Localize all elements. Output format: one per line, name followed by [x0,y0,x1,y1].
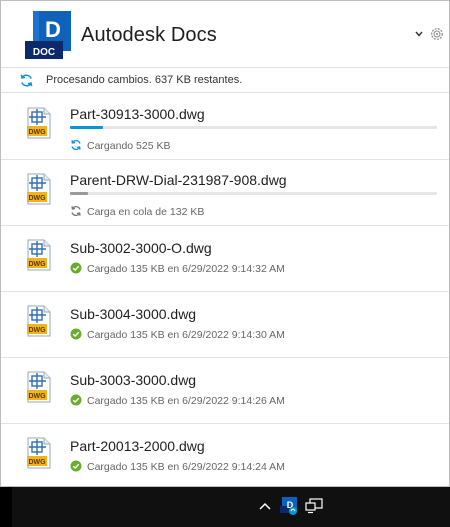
logo-text: DOC [33,47,55,58]
file-list-item[interactable]: DWG Part-30913-3000.dwg Cargando 525 KB [1,94,449,160]
upload-progress-bar [70,192,437,195]
chevron-up-icon[interactable] [258,500,272,512]
file-list-item[interactable]: DWG Sub-3002-3000-O.dwg Cargado 135 KB en … [1,226,449,292]
file-list-item[interactable]: DWG Sub-3004-3000.dwg Cargado 135 KB en 6/… [1,292,449,358]
file-status-text: Cargado 135 KB en 6/29/2022 9:14:30 AM [87,329,285,341]
file-list-item[interactable]: DWG Part-20013-2000.dwg Cargado 135 KB en … [1,424,449,486]
check-circle-icon [70,262,82,274]
status-bar: Procesando cambios. 637 KB restantes. [1,67,449,93]
file-status-text: Cargado 135 KB en 6/29/2022 9:14:26 AM [87,395,285,407]
autodesk-docs-logo: D DOC [25,11,71,59]
chevron-down-icon[interactable] [413,29,425,39]
taskbar-edge [0,487,12,527]
file-list-item[interactable]: DWG Sub-3003-3000.dwg Cargado 135 KB en 6/… [1,358,449,424]
dwg-file-icon: DWG [27,107,51,139]
file-status: Cargado 135 KB en 6/29/2022 9:14:32 AM [70,259,285,275]
file-icon-label: DWG [28,129,46,136]
file-status-text: Cargado 135 KB en 6/29/2022 9:14:24 AM [87,461,285,473]
dwg-file-icon: DWG [27,239,51,271]
gear-icon[interactable] [429,26,445,42]
file-list-item[interactable]: DWG Parent-DRW-Dial-231987-908.dwg Carga e… [1,160,449,226]
header: D DOC Autodesk Docs [1,1,449,67]
file-icon-label: DWG [28,459,46,466]
dwg-file-icon: DWG [27,305,51,337]
file-icon-label: DWG [28,261,46,268]
dwg-file-icon: DWG [27,437,51,469]
file-icon-label: DWG [28,393,46,400]
sync-icon [71,140,81,150]
file-status: Cargado 135 KB en 6/29/2022 9:14:24 AM [70,457,285,473]
upload-progress-fill [70,192,89,195]
taskbar: D [0,487,450,527]
check-circle-icon [70,394,82,406]
upload-progress-fill [70,126,104,129]
dwg-file-icon: DWG [27,173,51,205]
file-name: Sub-3003-3000.dwg [70,372,197,388]
autodesk-docs-window: D DOC Autodesk Docs Procesando cambios. … [0,0,450,487]
file-name: Part-20013-2000.dwg [70,438,205,454]
check-circle-icon [70,460,82,472]
autodesk-docs-tray-icon[interactable]: D [280,496,298,516]
file-status: Cargando 525 KB [70,136,171,152]
file-status: Cargado 135 KB en 6/29/2022 9:14:30 AM [70,325,285,341]
file-name: Sub-3002-3000-O.dwg [70,240,212,256]
network-icon[interactable] [305,498,323,514]
file-status: Carga en cola de 132 KB [70,202,205,218]
file-name: Parent-DRW-Dial-231987-908.dwg [70,172,287,188]
sync-icon [20,74,33,87]
queued-sync-icon [71,206,81,216]
file-icon-label: DWG [28,327,46,334]
dwg-file-icon: DWG [27,371,51,403]
file-status-text: Carga en cola de 132 KB [87,206,205,218]
file-status-text: Cargando 525 KB [87,140,171,152]
file-status-text: Cargado 135 KB en 6/29/2022 9:14:32 AM [87,263,285,275]
file-status: Cargado 135 KB en 6/29/2022 9:14:26 AM [70,391,285,407]
logo-letter: D [45,17,61,42]
file-name: Part-30913-3000.dwg [70,106,205,122]
upload-progress-bar [70,126,437,129]
file-icon-label: DWG [28,195,46,202]
check-circle-icon [70,328,82,340]
file-name: Sub-3004-3000.dwg [70,306,197,322]
file-list: DWG Part-30913-3000.dwg Cargando 525 KB DWG… [1,94,449,486]
app-title: Autodesk Docs [81,24,217,46]
status-text: Procesando cambios. 637 KB restantes. [46,74,243,86]
